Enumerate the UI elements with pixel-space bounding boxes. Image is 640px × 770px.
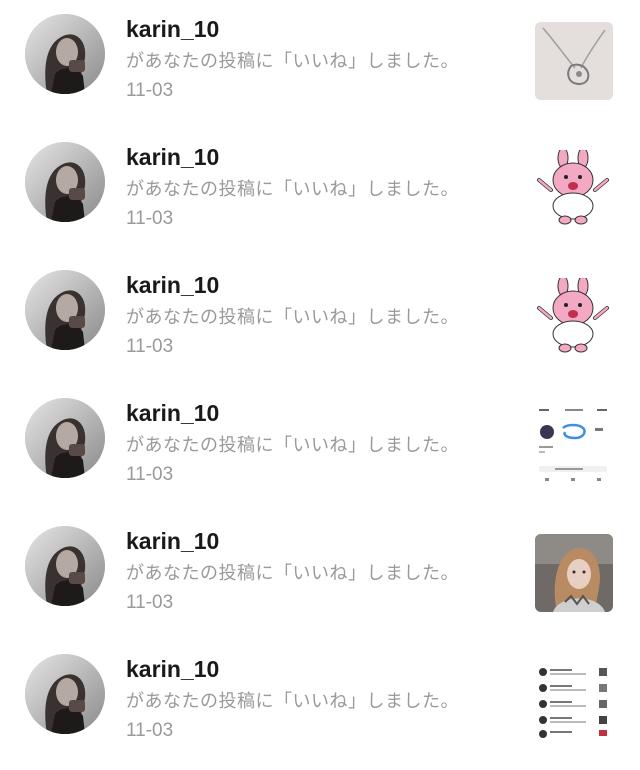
notification-text: karin_10 があなたの投稿に「いいね」しました。 11-03 (126, 654, 516, 744)
action-text: があなたの投稿に「いいね」しました。 (126, 179, 459, 200)
username[interactable]: karin_10 (126, 654, 516, 684)
avatar[interactable] (25, 398, 105, 478)
notification-text: karin_10 があなたの投稿に「いいね」しました。 11-03 (126, 142, 516, 232)
action-text: があなたの投稿に「いいね」しました。 (126, 435, 459, 456)
notification-text: karin_10 があなたの投稿に「いいね」しました。 11-03 (126, 270, 516, 360)
post-thumbnail[interactable] (535, 150, 613, 228)
notification-text: karin_10 があなたの投稿に「いいね」しました。 11-03 (126, 398, 516, 488)
post-thumbnail[interactable] (535, 662, 613, 740)
notification-row[interactable]: karin_10 があなたの投稿に「いいね」しました。 11-03 (0, 128, 640, 256)
username[interactable]: karin_10 (126, 526, 516, 556)
avatar[interactable] (25, 14, 105, 94)
notification-row[interactable]: karin_10 があなたの投稿に「いいね」しました。 11-03 (0, 640, 640, 768)
timestamp: 11-03 (126, 336, 174, 357)
avatar[interactable] (25, 142, 105, 222)
timestamp: 11-03 (126, 592, 174, 613)
notification-text: karin_10 があなたの投稿に「いいね」しました。 11-03 (126, 14, 516, 104)
avatar[interactable] (25, 270, 105, 350)
username[interactable]: karin_10 (126, 398, 516, 428)
action-text: があなたの投稿に「いいね」しました。 (126, 691, 459, 712)
notification-row[interactable]: karin_10 があなたの投稿に「いいね」しました。 11-03 (0, 512, 640, 640)
post-thumbnail[interactable] (535, 406, 613, 484)
avatar[interactable] (25, 526, 105, 606)
timestamp: 11-03 (126, 80, 174, 101)
notification-row[interactable]: karin_10 があなたの投稿に「いいね」しました。 11-03 (0, 384, 640, 512)
timestamp: 11-03 (126, 464, 174, 485)
username[interactable]: karin_10 (126, 14, 516, 44)
username[interactable]: karin_10 (126, 270, 516, 300)
username[interactable]: karin_10 (126, 142, 516, 172)
action-text: があなたの投稿に「いいね」しました。 (126, 563, 459, 584)
action-text: があなたの投稿に「いいね」しました。 (126, 51, 459, 72)
notification-row[interactable]: karin_10 があなたの投稿に「いいね」しました。 11-03 (0, 256, 640, 384)
notification-row[interactable]: karin_10 があなたの投稿に「いいね」しました。 11-03 (0, 0, 640, 128)
post-thumbnail[interactable] (535, 534, 613, 612)
notification-list: karin_10 があなたの投稿に「いいね」しました。 11-03 karin_… (0, 0, 640, 768)
action-text: があなたの投稿に「いいね」しました。 (126, 307, 459, 328)
timestamp: 11-03 (126, 720, 174, 741)
post-thumbnail[interactable] (535, 278, 613, 356)
post-thumbnail[interactable] (535, 22, 613, 100)
timestamp: 11-03 (126, 208, 174, 229)
notification-text: karin_10 があなたの投稿に「いいね」しました。 11-03 (126, 526, 516, 616)
avatar[interactable] (25, 654, 105, 734)
